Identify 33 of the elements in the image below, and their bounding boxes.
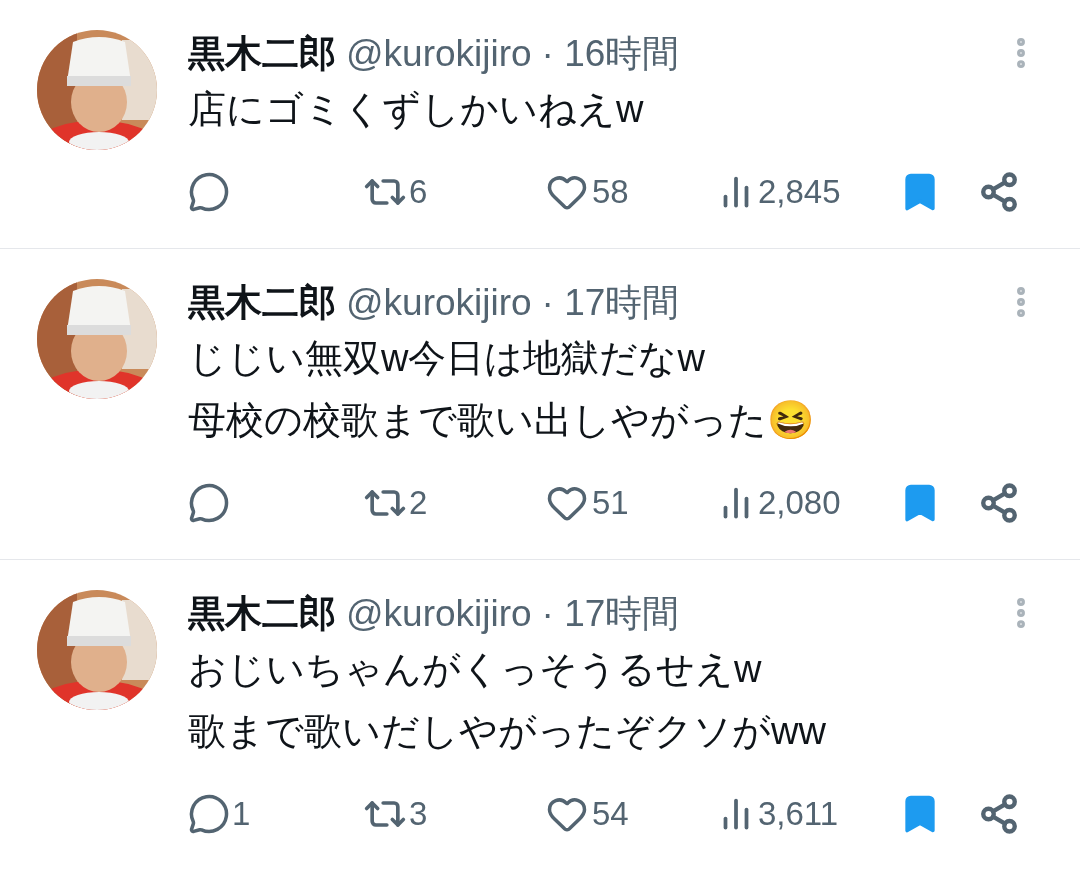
author-name[interactable]: 黒木二郎 [188,590,336,638]
tweet-card[interactable]: 黒木二郎 @kurokijiro · 17時間 じじい無双w今日は地獄だなw 母校の校歌まで歌い出しやがった😆 2 51 2,080 [0,249,1080,560]
reply-icon[interactable] [188,793,230,835]
post-time: · 17時間 [541,592,680,636]
repost-count: 3 [409,794,428,835]
share-icon[interactable] [978,793,1020,835]
author-handle: @kurokijiro [346,32,532,76]
reply-icon[interactable] [188,482,230,524]
tweet-text: 店にゴミくずしかいねえw [188,87,645,132]
tweet-text: 母校の校歌まで歌い出しやがった😆 [188,398,815,443]
repost-count: 2 [409,483,428,524]
post-time: · 17時間 [541,281,680,325]
share-icon[interactable] [978,482,1020,524]
like-count: 58 [592,172,629,213]
share-icon[interactable] [978,171,1020,213]
view-count: 3,611 [758,794,839,835]
author-name[interactable]: 黒木二郎 [188,279,336,327]
repost-count: 6 [409,172,428,213]
author-handle: @kurokijiro [346,592,532,636]
tweet-text: 歌まで歌いだしやがったぞクソがww [188,709,827,754]
reply-icon[interactable] [188,171,230,213]
tweet-text: じじい無双w今日は地獄だなw [188,336,706,381]
tweet-text: おじいちゃんがくっそうるせえw [188,647,763,692]
reply-count: 1 [232,794,251,835]
tweet-card[interactable]: 黒木二郎 @kurokijiro · 17時間 おじいちゃんがくっそうるせえw 歌まで歌いだしやがったぞクソがww 1 3 54 3,611 [0,560,1080,870]
post-time: · 16時間 [541,32,680,76]
like-count: 51 [592,483,629,524]
like-count: 54 [592,794,629,835]
view-count: 2,080 [758,483,841,524]
author-name[interactable]: 黒木二郎 [188,30,336,78]
author-handle: @kurokijiro [346,281,532,325]
view-count: 2,845 [758,172,841,213]
tweet-card[interactable]: 黒木二郎 @kurokijiro · 16時間 店にゴミくずしかいねえw 6 58 2,845 [0,0,1080,249]
